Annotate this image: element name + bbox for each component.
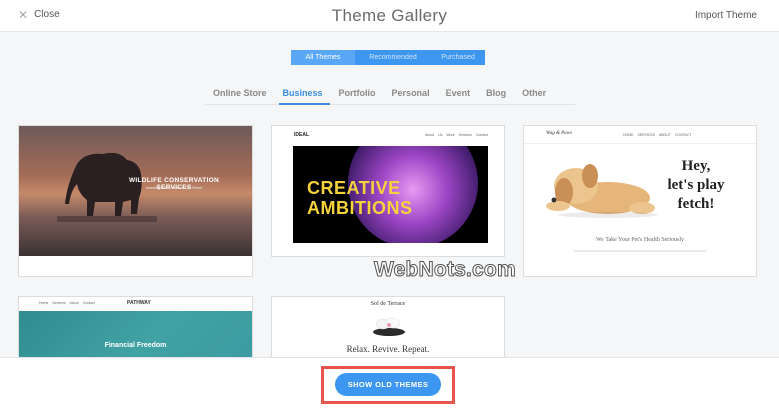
orchid-image-icon xyxy=(373,317,405,336)
show-old-themes-button[interactable]: SHOW OLD THEMES xyxy=(335,373,441,396)
dog-nav: Wag & Paws HOME SERVICES ABOUT CONTACT xyxy=(524,126,756,144)
tab-event[interactable]: Event xyxy=(438,88,479,104)
watermark: WebNots.com xyxy=(374,258,517,282)
pathway-hero-text: Financial Freedom xyxy=(104,342,167,349)
import-theme-button[interactable]: Import Theme xyxy=(695,10,757,21)
pathway-brand: PATHWAY xyxy=(127,300,151,306)
theme-card-pathway[interactable]: Home Services About Contact PATHWAY Fina… xyxy=(18,296,253,366)
tab-personal[interactable]: Personal xyxy=(384,88,438,104)
segment-recommended[interactable]: Recommended xyxy=(355,50,431,65)
terrace-hero-text: Relax. Revive. Repeat. xyxy=(346,344,430,354)
creative-line1: CREATIVE xyxy=(307,178,401,198)
creative-menu: About Us Work Services Contact xyxy=(425,133,488,137)
top-bar: ✕ Close Theme Gallery Import Theme xyxy=(0,0,779,32)
creative-line2: AMBITIONS xyxy=(307,198,413,218)
dog-hero-line2: let's play xyxy=(667,177,725,193)
category-tabs-divider xyxy=(205,104,575,105)
dog-tagline-placeholder xyxy=(574,250,706,252)
dog-hero-line1: Hey, xyxy=(681,158,711,174)
tab-business[interactable]: Business xyxy=(275,88,331,104)
tab-blog[interactable]: Blog xyxy=(478,88,514,104)
terrace-brand: Sol de Terrace xyxy=(370,301,406,307)
dog-hero-line3: fetch! xyxy=(677,196,715,212)
wildlife-subheading: Investing in the Future of Our Planet xyxy=(145,186,203,190)
terrace-nav: Sol de Terrace xyxy=(272,297,504,313)
segment-purchased[interactable]: Purchased xyxy=(431,50,485,65)
dog-menu: HOME SERVICES ABOUT CONTACT xyxy=(623,133,692,137)
tab-online-store[interactable]: Online Store xyxy=(205,88,275,104)
tab-portfolio[interactable]: Portfolio xyxy=(331,88,384,104)
theme-preview-wildlife: WILDLIFE CONSERVATION SERVICES Investing… xyxy=(19,126,252,256)
creative-nav: IDEAL About Us Work Services Contact xyxy=(272,126,504,146)
active-tab-indicator xyxy=(279,103,330,105)
dog-brand: Wag & Paws xyxy=(546,131,572,136)
theme-filter-segmented: All Themes Recommended Purchased xyxy=(291,50,485,65)
puppy-image-icon xyxy=(546,164,658,218)
page-title: Theme Gallery xyxy=(331,6,448,25)
theme-card-creative[interactable]: IDEAL About Us Work Services Contact CRE… xyxy=(271,125,505,257)
category-tabs: Online Store Business Portfolio Personal… xyxy=(205,88,554,104)
dog-tagline: We Take Your Pet's Health Seriously xyxy=(595,237,685,243)
theme-card-wildlife[interactable]: WILDLIFE CONSERVATION SERVICES Investing… xyxy=(18,125,253,277)
creative-brand: IDEAL xyxy=(294,132,309,138)
segment-all-themes[interactable]: All Themes xyxy=(291,50,355,65)
creative-hero: CREATIVE AMBITIONS xyxy=(293,146,488,243)
pathway-nav: Home Services About Contact PATHWAY xyxy=(19,297,252,311)
theme-card-terrace[interactable]: Sol de Terrace Relax. Revive. Repeat. xyxy=(271,296,505,366)
dog-hero-text: Hey, let's play fetch! xyxy=(656,157,736,214)
pathway-menu: Home Services About Contact xyxy=(39,301,95,305)
tab-other[interactable]: Other xyxy=(514,88,554,104)
theme-card-dog[interactable]: Wag & Paws HOME SERVICES ABOUT CONTACT H… xyxy=(523,125,757,277)
